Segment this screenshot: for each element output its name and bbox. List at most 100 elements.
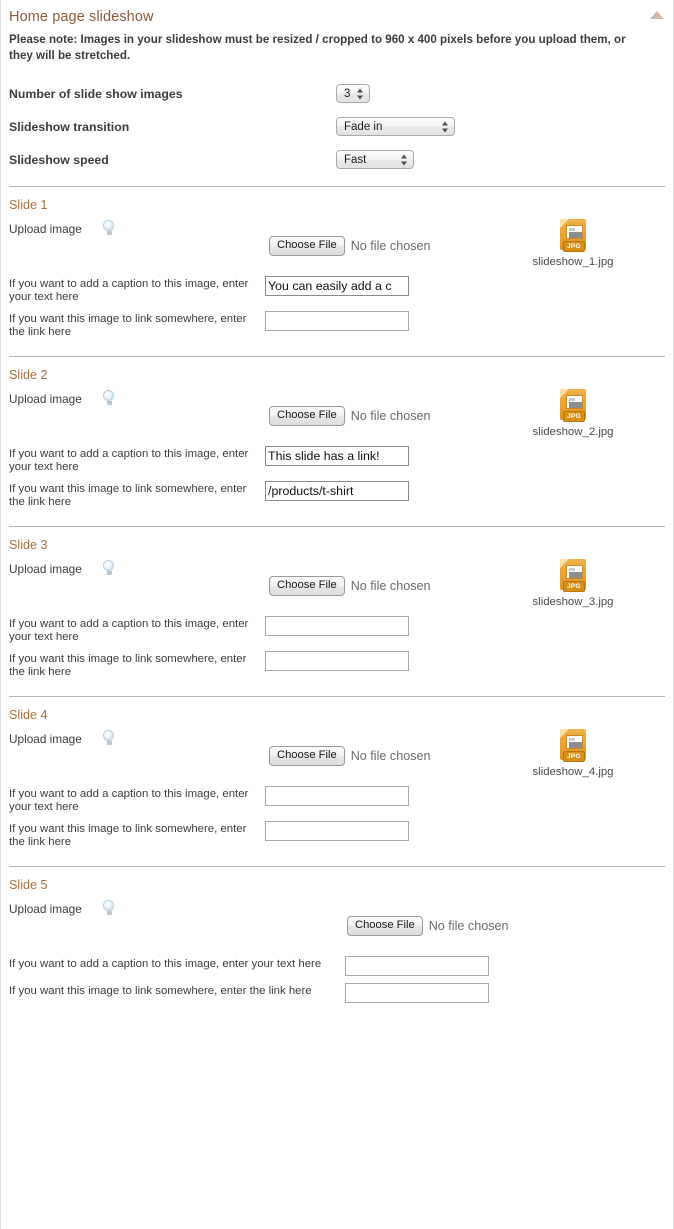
uploaded-file-thumbnail[interactable]: JPG slideshow_4.jpg — [523, 729, 623, 778]
number-of-images-select[interactable]: 3 — [336, 84, 370, 103]
slide-block-2: Slide 2 Upload image Choose File No file ch… — [1, 357, 673, 526]
link-input[interactable] — [265, 481, 409, 501]
link-row: If you want this image to link somewhere… — [9, 311, 665, 339]
upload-row: Upload image Choose File No file chosen JPG… — [9, 214, 665, 276]
caption-input[interactable] — [265, 786, 409, 806]
file-name-label: slideshow_3.jpg — [532, 596, 614, 608]
caption-input[interactable] — [265, 616, 409, 636]
caption-row: If you want to add a caption to this ima… — [9, 616, 665, 644]
slide-title: Slide 1 — [9, 198, 48, 212]
choose-file-button[interactable]: Choose File — [269, 236, 345, 256]
link-label: If you want this image to link somewhere… — [9, 985, 312, 997]
panel-header: Home page slideshow — [1, 0, 673, 30]
link-input[interactable] — [265, 821, 409, 841]
jpg-file-icon: JPG — [557, 219, 589, 255]
page-title: Home page slideshow — [9, 9, 154, 25]
slide-block-5: Slide 5 Upload image Choose File No file ch… — [1, 867, 673, 1020]
file-upload-control: Choose File No file chosen — [347, 916, 509, 936]
upload-image-label: Upload image — [9, 392, 82, 406]
upload-row: Upload image Choose File No file chosen — [9, 894, 665, 956]
upload-row: Upload image Choose File No file chosen JPG… — [9, 724, 665, 786]
updown-arrows-icon — [442, 120, 449, 133]
file-upload-control: Choose File No file chosen — [269, 236, 431, 256]
setting-row-number-of-images: Number of slide show images 3 — [9, 77, 673, 110]
note-text: Please note: Images in your slideshow mu… — [9, 33, 626, 62]
file-name-label: slideshow_4.jpg — [532, 766, 614, 778]
file-name-label: slideshow_2.jpg — [532, 426, 614, 438]
slide-block-4: Slide 4 Upload image Choose File No file ch… — [1, 697, 673, 866]
caption-row: If you want to add a caption to this ima… — [9, 446, 665, 474]
slide-block-3: Slide 3 Upload image Choose File No file ch… — [1, 527, 673, 696]
file-name-label: slideshow_1.jpg — [532, 256, 614, 268]
lightbulb-icon[interactable] — [101, 900, 117, 916]
upload-row: Upload image Choose File No file chosen JPG… — [9, 384, 665, 446]
link-label: If you want this image to link somewhere… — [9, 823, 247, 848]
link-label: If you want this image to link somewhere… — [9, 653, 247, 678]
updown-arrows-icon — [357, 87, 364, 100]
caption-label: If you want to add a caption to this ima… — [9, 618, 249, 643]
jpg-badge-label: JPG — [563, 581, 585, 592]
caption-row: If you want to add a caption to this ima… — [9, 786, 665, 814]
caption-row: If you want to add a caption to this ima… — [9, 956, 665, 976]
lightbulb-icon[interactable] — [101, 390, 117, 406]
select-value: 3 — [344, 87, 351, 100]
slide-title: Slide 3 — [9, 538, 48, 552]
link-label: If you want this image to link somewhere… — [9, 313, 247, 338]
slideshow-speed-select[interactable]: Fast — [336, 150, 414, 169]
jpg-file-icon: JPG — [557, 559, 589, 595]
select-value: Fade in — [344, 120, 383, 133]
no-file-chosen-label: No file chosen — [350, 579, 431, 593]
upload-row: Upload image Choose File No file chosen JPG… — [9, 554, 665, 616]
caption-input[interactable] — [265, 276, 409, 296]
slides-container: Slide 1 Upload image Choose File No file ch… — [1, 186, 673, 1020]
caption-row: If you want to add a caption to this ima… — [9, 276, 665, 304]
upload-image-label: Upload image — [9, 562, 82, 576]
select-value: Fast — [344, 153, 367, 166]
link-row: If you want this image to link somewhere… — [9, 821, 665, 849]
choose-file-button[interactable]: Choose File — [269, 576, 345, 596]
link-row: If you want this image to link somewhere… — [9, 983, 665, 1003]
lightbulb-icon[interactable] — [101, 220, 117, 236]
choose-file-button[interactable]: Choose File — [347, 916, 423, 936]
caption-label: If you want to add a caption to this ima… — [9, 958, 322, 970]
link-input[interactable] — [265, 651, 409, 671]
upload-image-label: Upload image — [9, 732, 82, 746]
lightbulb-icon[interactable] — [101, 730, 117, 746]
choose-file-button[interactable]: Choose File — [269, 406, 345, 426]
file-upload-control: Choose File No file chosen — [269, 406, 431, 426]
caption-input[interactable] — [345, 956, 489, 976]
updown-arrows-icon — [401, 153, 408, 166]
jpg-badge-label: JPG — [563, 751, 585, 762]
setting-row-transition: Slideshow transition Fade in — [9, 110, 673, 143]
triangle-up-icon[interactable] — [650, 11, 664, 19]
slide-block-1: Slide 1 Upload image Choose File No file ch… — [1, 187, 673, 356]
no-file-chosen-label: No file chosen — [350, 239, 431, 253]
jpg-file-icon: JPG — [557, 389, 589, 425]
slideshow-transition-select[interactable]: Fade in — [336, 117, 455, 136]
uploaded-file-thumbnail[interactable]: JPG slideshow_3.jpg — [523, 559, 623, 608]
upload-image-label: Upload image — [9, 222, 82, 236]
jpg-file-icon: JPG — [557, 729, 589, 765]
uploaded-file-thumbnail[interactable]: JPG slideshow_2.jpg — [523, 389, 623, 438]
slideshow-settings: Number of slide show images 3 Slideshow … — [1, 77, 673, 176]
file-upload-control: Choose File No file chosen — [269, 746, 431, 766]
link-row: If you want this image to link somewhere… — [9, 651, 665, 679]
link-input[interactable] — [345, 983, 489, 1003]
no-file-chosen-label: No file chosen — [350, 409, 431, 423]
no-file-chosen-label: No file chosen — [428, 919, 509, 933]
slideshow-settings-panel: Home page slideshow Please note: Images … — [0, 0, 674, 1229]
uploaded-file-thumbnail[interactable]: JPG slideshow_1.jpg — [523, 219, 623, 268]
slide-title: Slide 4 — [9, 708, 48, 722]
caption-label: If you want to add a caption to this ima… — [9, 278, 249, 303]
jpg-badge-label: JPG — [563, 241, 585, 252]
caption-label: If you want to add a caption to this ima… — [9, 448, 249, 473]
no-file-chosen-label: No file chosen — [350, 749, 431, 763]
file-upload-control: Choose File No file chosen — [269, 576, 431, 596]
setting-row-speed: Slideshow speed Fast — [9, 143, 673, 176]
link-input[interactable] — [265, 311, 409, 331]
jpg-badge-label: JPG — [563, 411, 585, 422]
slide-title: Slide 5 — [9, 878, 48, 892]
caption-input[interactable] — [265, 446, 409, 466]
lightbulb-icon[interactable] — [101, 560, 117, 576]
choose-file-button[interactable]: Choose File — [269, 746, 345, 766]
